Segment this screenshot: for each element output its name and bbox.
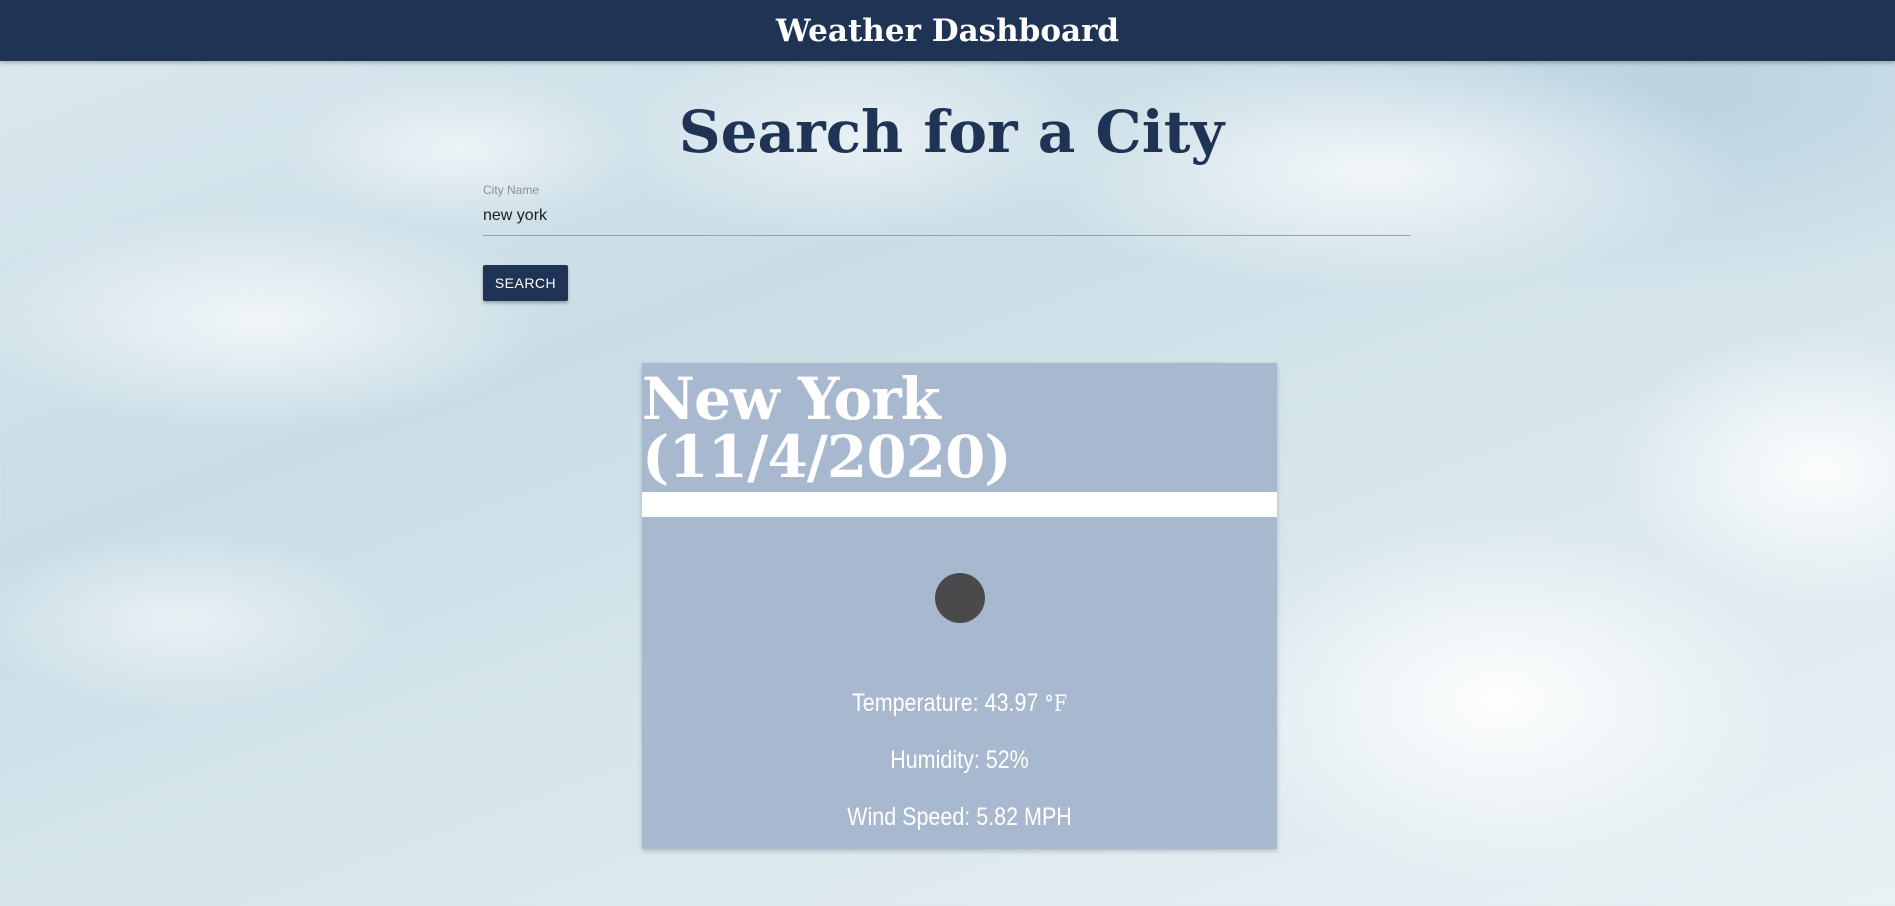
humidity-stat: Humidity: 52% [890,746,1029,774]
card-divider [642,492,1277,517]
current-weather-card: New York (11/4/2020) Temperature: 43.97 … [642,363,1277,849]
top-navbar: Weather Dashboard [0,0,1895,61]
weather-condition-icon [935,573,985,623]
temperature-stat: Temperature: 43.97 °F [686,689,1232,718]
temperature-value: Temperature: 43.97 [851,689,1039,717]
city-name-label: City Name [483,183,540,197]
city-date-title: New York (11/4/2020) [642,364,1012,491]
app-title: Weather Dashboard [775,12,1120,49]
city-name-field: City Name [483,183,1411,236]
search-button[interactable]: SEARCH [483,265,568,301]
temperature-unit: °F [1044,692,1067,717]
city-name-input[interactable] [483,201,1411,236]
card-header: New York (11/4/2020) [642,363,1277,492]
wind-speed-stat: Wind Speed: 5.82 MPH [847,803,1072,831]
search-heading: Search for a City [678,98,1225,166]
